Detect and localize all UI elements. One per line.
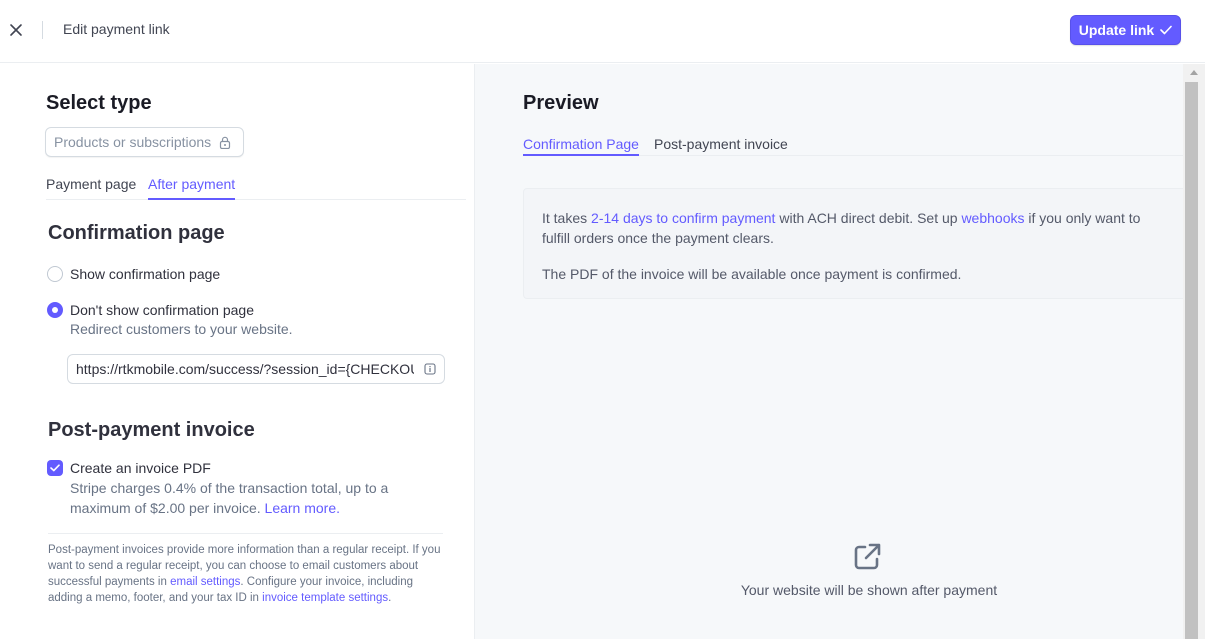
scrollbar[interactable] bbox=[1183, 64, 1205, 639]
post-payment-invoice-heading: Post-payment invoice bbox=[48, 419, 255, 441]
divider bbox=[48, 533, 443, 534]
create-invoice-checkbox[interactable] bbox=[47, 460, 63, 476]
type-select-value: Products or subscriptions bbox=[54, 134, 212, 150]
type-select: Products or subscriptions bbox=[45, 127, 244, 157]
tab-post-payment-invoice[interactable]: Post-payment invoice bbox=[654, 136, 788, 156]
select-type-heading: Select type bbox=[46, 92, 152, 114]
settings-panel: Select type Products or subscriptions Pa… bbox=[0, 64, 474, 639]
tab-payment-page[interactable]: Payment page bbox=[46, 176, 136, 200]
page-title: Edit payment link bbox=[63, 21, 170, 37]
confirm-payment-days-link[interactable]: 2-14 days to confirm payment bbox=[591, 210, 775, 226]
tab-confirmation-page[interactable]: Confirmation Page bbox=[523, 136, 639, 156]
notice-paragraph-2: The PDF of the invoice will be available… bbox=[542, 266, 962, 282]
notice-paragraph-1: It takes 2-14 days to confirm payment wi… bbox=[542, 208, 1168, 248]
create-invoice-label: Create an invoice PDF bbox=[70, 460, 211, 476]
tab-after-payment[interactable]: After payment bbox=[148, 176, 236, 200]
checkmark-icon bbox=[50, 464, 60, 472]
redirect-description: Redirect customers to your website. bbox=[70, 321, 293, 337]
invoice-footer-note: Post-payment invoices provide more infor… bbox=[48, 542, 443, 606]
show-confirmation-label: Show confirmation page bbox=[70, 266, 221, 282]
ach-notice: It takes 2-14 days to confirm payment wi… bbox=[523, 188, 1187, 299]
webhooks-link[interactable]: webhooks bbox=[961, 210, 1024, 226]
dont-show-confirmation-radio[interactable] bbox=[47, 302, 63, 318]
external-link-icon bbox=[854, 543, 881, 570]
scroll-thumb[interactable] bbox=[1185, 82, 1198, 639]
update-link-label: Update link bbox=[1078, 22, 1155, 38]
notice-text-1: It takes bbox=[542, 210, 588, 226]
settings-tabs: Payment page After payment bbox=[46, 176, 466, 200]
preview-panel: Preview Confirmation Page Post-payment i… bbox=[474, 64, 1205, 639]
invoice-charges-text: Stripe charges 0.4% of the transaction t… bbox=[70, 480, 389, 516]
invoice-template-settings-link[interactable]: invoice template settings bbox=[262, 592, 388, 604]
notice-text-2: with ACH direct debit. Set up bbox=[779, 210, 958, 226]
update-link-button[interactable]: Update link bbox=[1070, 15, 1181, 45]
preview-tabs: Confirmation Page Post-payment invoice bbox=[523, 136, 1185, 156]
header-divider bbox=[42, 21, 43, 39]
info-icon[interactable] bbox=[424, 363, 436, 375]
lock-icon bbox=[220, 136, 231, 149]
redirect-url-value: https://rtkmobile.com/success/?session_i… bbox=[76, 361, 414, 377]
learn-more-link[interactable]: Learn more. bbox=[265, 500, 340, 516]
invoice-charges-description: Stripe charges 0.4% of the transaction t… bbox=[70, 478, 400, 518]
confirmation-page-heading: Confirmation page bbox=[48, 222, 225, 244]
email-settings-link[interactable]: email settings bbox=[170, 576, 240, 588]
redirect-url-input[interactable]: https://rtkmobile.com/success/?session_i… bbox=[67, 354, 445, 384]
preview-heading: Preview bbox=[523, 92, 599, 114]
checkmark-icon bbox=[1160, 25, 1173, 35]
show-confirmation-radio[interactable] bbox=[47, 266, 63, 282]
dont-show-confirmation-label: Don't show confirmation page bbox=[70, 302, 254, 318]
close-button[interactable] bbox=[6, 20, 26, 40]
website-after-payment-text: Your website will be shown after payment bbox=[740, 582, 998, 598]
footer-text-3: . bbox=[388, 592, 392, 604]
top-bar: Edit payment link Update link bbox=[0, 0, 1205, 63]
scroll-up-arrow[interactable] bbox=[1190, 70, 1198, 75]
close-icon bbox=[10, 24, 22, 36]
